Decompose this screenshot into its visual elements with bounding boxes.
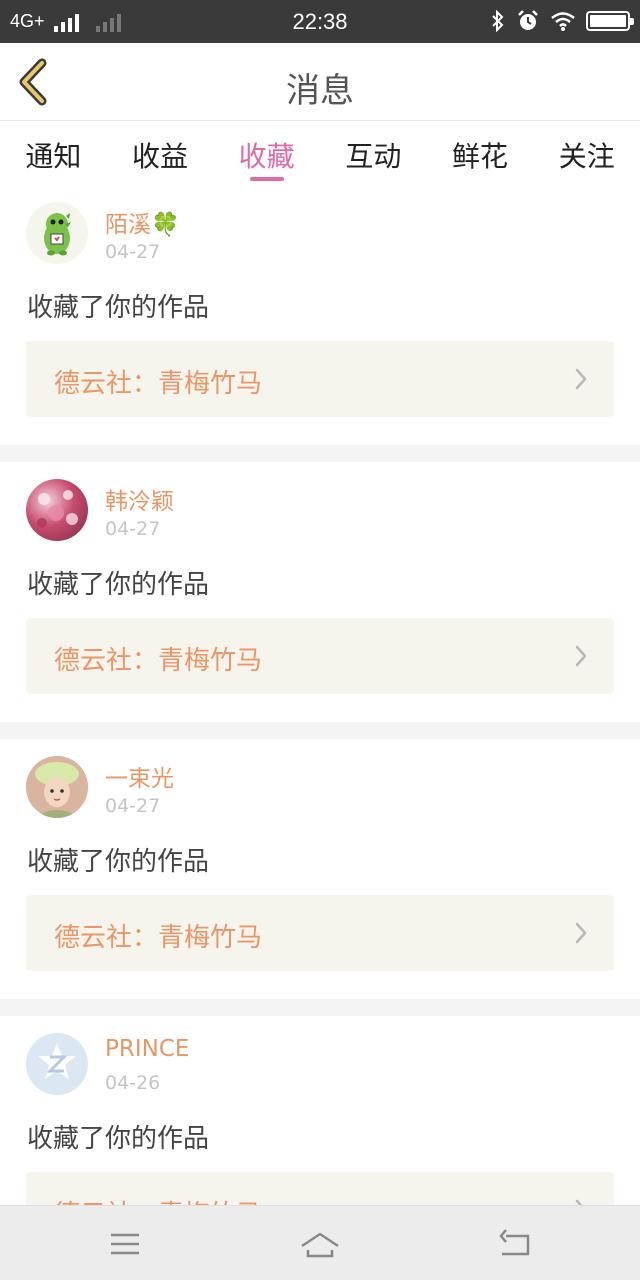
action-text: 收藏了你的作品 (27, 1124, 210, 1154)
battery-icon (586, 11, 634, 31)
tab-following[interactable]: 关注 (533, 121, 640, 185)
list-item: 一束光 04-27 收藏了你的作品 德云社：青梅竹马 (0, 739, 640, 999)
page-title: 消息 (286, 71, 354, 111)
tab-earnings[interactable]: 收益 (107, 121, 214, 185)
tab-interactions[interactable]: 互动 (320, 121, 427, 185)
timestamp: 04-27 (105, 518, 161, 540)
header: 消息 (0, 43, 640, 121)
work-title: 德云社：青梅竹马 (54, 923, 263, 953)
message-list[interactable]: 陌溪🍀 04-27 收藏了你的作品 德云社：青梅竹马 韩泠颖 04-27 收藏了… (0, 185, 640, 1205)
avatar[interactable] (26, 202, 88, 264)
tab-label: 关注 (558, 140, 615, 173)
action-text: 收藏了你的作品 (27, 570, 210, 600)
action-text: 收藏了你的作品 (27, 293, 210, 323)
timestamp: 04-27 (105, 795, 161, 817)
timestamp: 04-27 (105, 241, 161, 263)
work-title: 德云社：青梅竹马 (54, 646, 263, 676)
chevron-right-icon (575, 922, 587, 944)
list-item: 陌溪🍀 04-27 收藏了你的作品 德云社：青梅竹马 (0, 185, 640, 445)
action-text: 收藏了你的作品 (27, 847, 210, 877)
work-title: 德云社：青梅竹马 (54, 1194, 262, 1205)
tab-bar: 通知 收益 收藏 互动 鲜花 关注 (0, 121, 640, 185)
chevron-right-icon (575, 1199, 583, 1205)
username[interactable]: 韩泠颖 (105, 482, 174, 516)
menu-icon[interactable] (105, 1226, 145, 1262)
avatar[interactable] (26, 479, 88, 541)
work-link[interactable]: 德云社：青梅竹马 (26, 895, 614, 971)
username[interactable]: 一束光 (105, 759, 174, 793)
timestamp: 04-26 (105, 1072, 161, 1094)
tab-notifications[interactable]: 通知 (0, 121, 107, 185)
tab-flowers[interactable]: 鲜花 (427, 121, 534, 185)
tab-label: 互动 (345, 140, 402, 173)
tab-label: 通知 (25, 140, 82, 173)
tab-label: 收益 (132, 140, 189, 173)
chevron-right-icon (575, 368, 587, 390)
divider (0, 999, 640, 1016)
avatar[interactable] (26, 756, 88, 818)
alarm-icon (518, 10, 538, 30)
username[interactable]: PRINCE (105, 1036, 189, 1062)
tab-label: 收藏 (238, 140, 295, 173)
work-link[interactable]: 德云社：青梅竹马 (26, 341, 614, 417)
chevron-right-icon (575, 645, 587, 667)
work-title: 德云社：青梅竹马 (54, 369, 263, 399)
back-icon[interactable] (496, 1226, 536, 1262)
work-link[interactable]: 德云社：青梅竹马 (26, 1172, 614, 1205)
home-icon[interactable] (298, 1226, 342, 1262)
divider (0, 445, 640, 462)
avatar[interactable] (26, 1033, 88, 1095)
tab-favorites[interactable]: 收藏 (213, 121, 320, 185)
tab-label: 鲜花 (452, 140, 509, 173)
list-item: PRINCE 04-26 收藏了你的作品 德云社：青梅竹马 (0, 1016, 640, 1205)
bluetooth-icon (492, 9, 504, 33)
work-link[interactable]: 德云社：青梅竹马 (26, 618, 614, 694)
system-nav-bar (0, 1205, 640, 1280)
active-tab-indicator (249, 177, 284, 181)
list-item: 韩泠颖 04-27 收藏了你的作品 德云社：青梅竹马 (0, 462, 640, 722)
wifi-icon (551, 12, 575, 31)
status-bar: 4G+ 22:38 (0, 0, 640, 43)
username[interactable]: 陌溪🍀 (105, 205, 180, 239)
divider (0, 722, 640, 739)
